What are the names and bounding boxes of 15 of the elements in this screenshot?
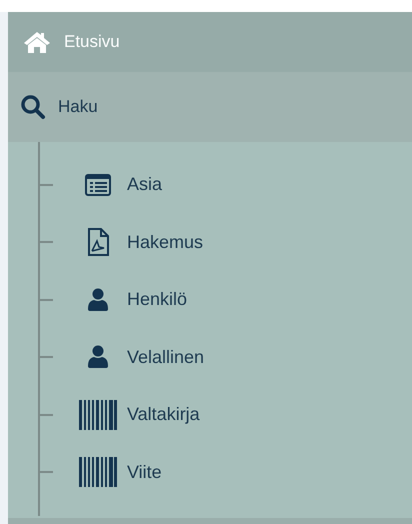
menu-link[interactable]: Henkilö: [79, 288, 188, 312]
menu-link[interactable]: Asia: [79, 174, 162, 196]
menu-link[interactable]: Viite: [79, 457, 162, 488]
menu-link[interactable]: Hakemus: [79, 228, 204, 256]
menu-link[interactable]: Velallinen: [79, 345, 204, 370]
list-icon: [85, 174, 111, 196]
menu-link[interactable]: Valtakirja: [79, 400, 200, 430]
nav-item[interactable]: Haku: [8, 72, 412, 142]
barcode-icon: [79, 457, 117, 488]
search-icon: [20, 94, 46, 120]
user-icon: [87, 288, 109, 312]
user-icon: [87, 345, 109, 370]
home-icon: [22, 30, 52, 54]
barcode-icon: [79, 400, 117, 430]
pdf-icon: [87, 228, 109, 256]
